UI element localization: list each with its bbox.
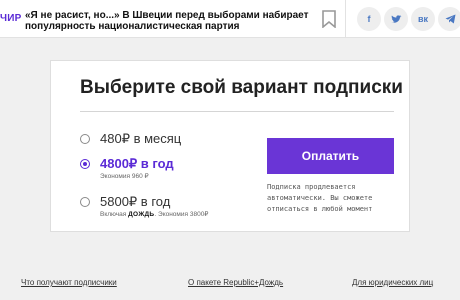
telegram-share-button[interactable] bbox=[438, 7, 460, 31]
facebook-icon: f bbox=[367, 14, 371, 24]
option-yearly-label: 4800₽ в год bbox=[100, 156, 174, 171]
radio-yearly[interactable] bbox=[80, 159, 90, 169]
bookmark-icon[interactable] bbox=[322, 10, 336, 29]
radio-yearly-bundle[interactable] bbox=[80, 197, 90, 207]
dozhd-logo: ДОЖДЬ bbox=[128, 211, 155, 218]
twitter-share-button[interactable] bbox=[384, 7, 408, 31]
brand-fragment[interactable]: ЧИР bbox=[0, 13, 21, 24]
subscription-card: Выберите свой вариант подписки 480₽ в ме… bbox=[50, 60, 410, 232]
top-bar: ЧИР «Я не расист, но...» В Швеции перед … bbox=[0, 0, 460, 38]
bundle-note-prefix: Включая bbox=[100, 211, 127, 218]
radio-monthly[interactable] bbox=[80, 134, 90, 144]
footer-link-benefits[interactable]: Что получают подписчики bbox=[21, 278, 117, 287]
article-headline[interactable]: «Я не расист, но...» В Швеции перед выбо… bbox=[25, 10, 315, 32]
telegram-icon bbox=[445, 14, 455, 24]
option-yearly-savings: Экономия 960 ₽ bbox=[100, 173, 149, 180]
bundle-note-suffix: . Экономия 3800₽ bbox=[154, 211, 209, 218]
vk-icon: вк bbox=[417, 14, 429, 24]
subscription-title: Выберите свой вариант подписки bbox=[80, 77, 403, 98]
option-bundle-label: 5800₽ в год bbox=[100, 194, 171, 209]
facebook-share-button[interactable]: f bbox=[357, 7, 381, 31]
divider bbox=[345, 0, 346, 38]
option-monthly-label: 480₽ в месяц bbox=[100, 131, 182, 146]
option-bundle-note: Включая ДОЖДЬ. Экономия 3800₽ bbox=[100, 210, 208, 218]
footer-link-bundle[interactable]: О пакете Republic+Дождь bbox=[188, 278, 283, 287]
pay-button[interactable]: Оплатить bbox=[267, 138, 394, 174]
title-divider bbox=[80, 111, 394, 112]
vk-share-button[interactable]: вк bbox=[411, 7, 435, 31]
auto-renew-note: Подписка продлевается автоматически. Вы … bbox=[267, 183, 373, 213]
footer-link-business[interactable]: Для юридических лиц bbox=[352, 278, 433, 287]
twitter-icon bbox=[391, 14, 401, 23]
